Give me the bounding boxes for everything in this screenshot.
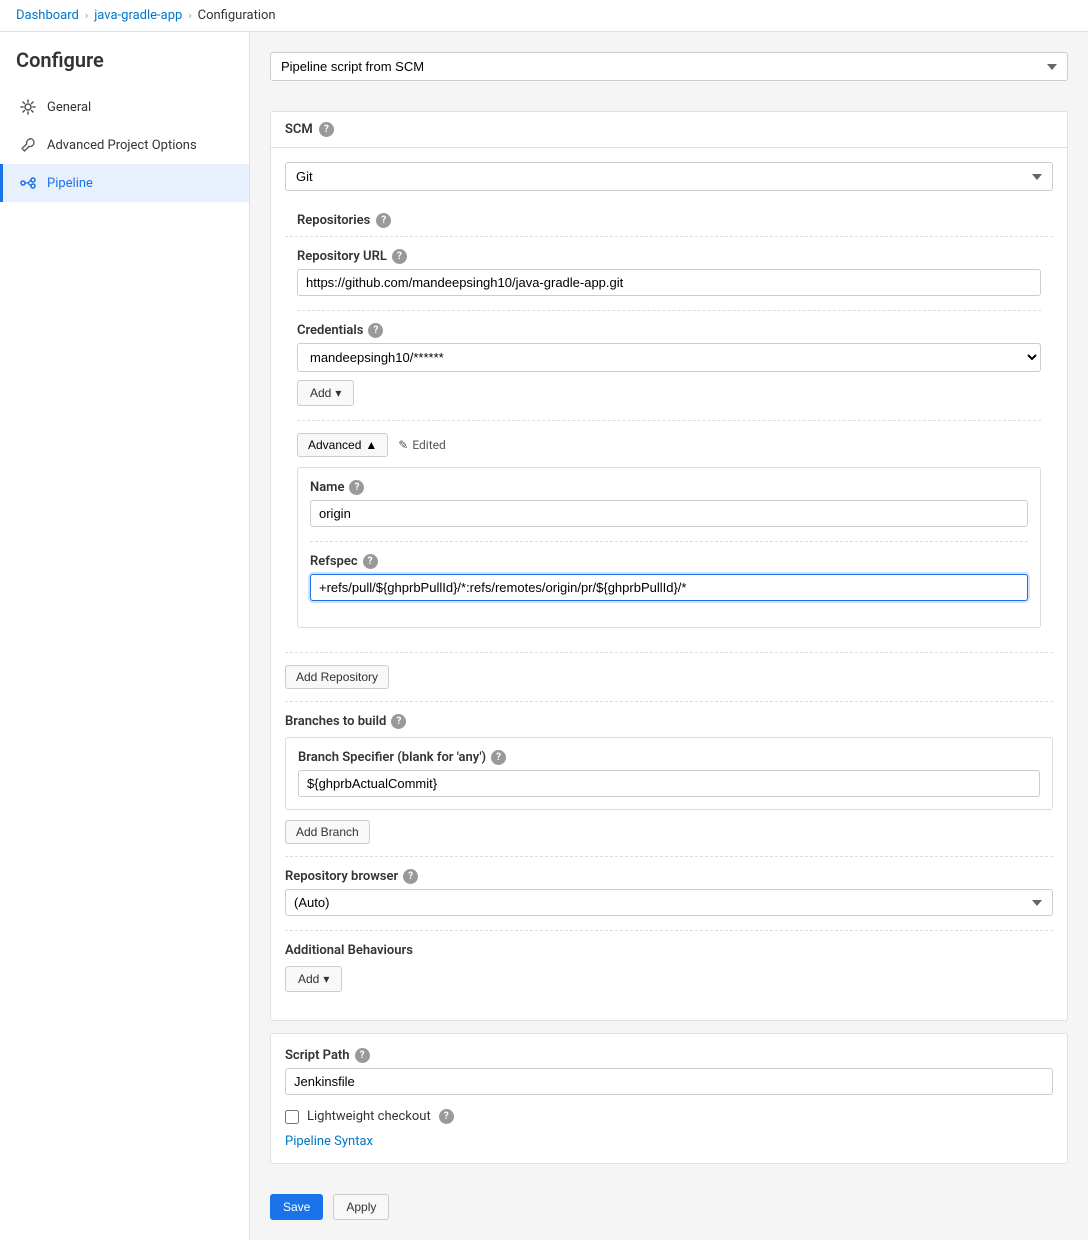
breadcrumb-project[interactable]: java-gradle-app <box>94 8 182 23</box>
add-repository-button[interactable]: Add Repository <box>285 665 389 689</box>
main-content: Pipeline script from SCM SCM ? Git Repos… <box>250 32 1088 1240</box>
branches-label: Branches to build ? <box>285 714 1053 729</box>
branch-specifier-input[interactable] <box>298 770 1040 797</box>
breadcrumb-sep-2: › <box>188 9 191 22</box>
repositories-body: Repository URL ? Credentials ? <box>285 237 1053 640</box>
divider-2 <box>297 420 1041 421</box>
lightweight-checkout-checkbox[interactable] <box>285 1110 299 1124</box>
divider-5 <box>285 701 1053 702</box>
repositories-help-icon[interactable]: ? <box>376 213 391 228</box>
add-branch-button[interactable]: Add Branch <box>285 820 370 844</box>
repositories-section: Repositories ? Repository URL ? <box>285 205 1053 640</box>
lightweight-checkout-row: Lightweight checkout ? <box>285 1109 1053 1124</box>
branches-section: Branches to build ? Branch Specifier (bl… <box>285 714 1053 844</box>
advanced-chevron-icon: ▲ <box>365 438 377 452</box>
lightweight-checkout-label: Lightweight checkout <box>307 1109 431 1124</box>
refspec-help-icon[interactable]: ? <box>363 554 378 569</box>
scm-label: SCM <box>285 122 313 137</box>
script-path-section: Script Path ? Lightweight checkout ? Pip… <box>270 1033 1068 1164</box>
credentials-help-icon[interactable]: ? <box>368 323 383 338</box>
repositories-header: Repositories ? <box>285 205 1053 237</box>
repo-browser-help-icon[interactable]: ? <box>403 869 418 884</box>
sidebar-item-pipeline-label: Pipeline <box>47 176 93 191</box>
name-help-icon[interactable]: ? <box>349 480 364 495</box>
advanced-fields: Name ? Refspec ? <box>297 467 1041 628</box>
definition-group: Pipeline script from SCM <box>270 52 1068 97</box>
additional-behaviours-add-button[interactable]: Add ▾ <box>285 966 342 992</box>
branch-specifier-help-icon[interactable]: ? <box>491 750 506 765</box>
refspec-group: Refspec ? <box>310 554 1028 601</box>
repositories-label: Repositories <box>297 213 370 228</box>
repo-browser-select[interactable]: (Auto) <box>285 889 1053 916</box>
footer-actions: Save Apply <box>270 1184 1068 1220</box>
divider-7 <box>285 930 1053 931</box>
add-beh-dropdown-arrow: ▾ <box>323 972 329 986</box>
branch-specifier-label: Branch Specifier (blank for 'any') ? <box>298 750 1040 765</box>
lightweight-checkout-help-icon[interactable]: ? <box>439 1109 454 1124</box>
sidebar-item-general[interactable]: General <box>0 88 249 126</box>
repo-url-label: Repository URL ? <box>297 249 1041 264</box>
name-label: Name ? <box>310 480 1028 495</box>
sidebar-item-pipeline[interactable]: Pipeline <box>0 164 249 202</box>
branches-help-icon[interactable]: ? <box>391 714 406 729</box>
repo-browser-group: Repository browser ? (Auto) <box>285 869 1053 916</box>
breadcrumb-sep-1: › <box>85 9 88 22</box>
scm-help-icon[interactable]: ? <box>319 122 334 137</box>
breadcrumb-dashboard[interactable]: Dashboard <box>16 8 79 23</box>
sidebar: Configure General Advanced Project Optio… <box>0 32 250 1240</box>
name-input[interactable] <box>310 500 1028 527</box>
credentials-label: Credentials ? <box>297 323 1041 338</box>
credentials-row: mandeepsingh10/****** <box>297 343 1041 372</box>
repo-url-group: Repository URL ? <box>297 249 1041 296</box>
repo-url-help-icon[interactable]: ? <box>392 249 407 264</box>
advanced-bar: Advanced ▲ ✎ Edited <box>297 433 1041 457</box>
definition-select[interactable]: Pipeline script from SCM <box>270 52 1068 81</box>
divider-3 <box>310 541 1028 542</box>
credentials-group: Credentials ? mandeepsingh10/****** Add <box>297 323 1041 406</box>
refspec-label: Refspec ? <box>310 554 1028 569</box>
script-path-label: Script Path ? <box>285 1048 1053 1063</box>
scm-header: SCM ? <box>271 112 1067 148</box>
scm-panel: Git Repositories ? Repository URL ? <box>271 148 1067 1020</box>
divider-1 <box>297 310 1041 311</box>
sidebar-item-advanced-project-options[interactable]: Advanced Project Options <box>0 126 249 164</box>
script-path-panel: Script Path ? Lightweight checkout ? Pip… <box>271 1034 1067 1163</box>
edited-badge: ✎ Edited <box>398 438 446 452</box>
breadcrumb-current: Configuration <box>198 8 276 23</box>
gear-icon <box>19 98 37 116</box>
sidebar-title: Configure <box>0 48 249 88</box>
name-group: Name ? <box>310 480 1028 527</box>
sidebar-item-general-label: General <box>47 100 91 115</box>
pipeline-icon <box>19 174 37 192</box>
repo-url-input[interactable] <box>297 269 1041 296</box>
breadcrumb: Dashboard › java-gradle-app › Configurat… <box>0 0 1088 32</box>
apply-button[interactable]: Apply <box>333 1194 389 1220</box>
advanced-label: Advanced <box>308 438 361 452</box>
sidebar-item-advanced-label: Advanced Project Options <box>47 138 197 153</box>
pencil-icon: ✎ <box>398 438 408 452</box>
script-path-help-icon[interactable]: ? <box>355 1048 370 1063</box>
script-path-input[interactable] <box>285 1068 1053 1095</box>
scm-select[interactable]: Git <box>285 162 1053 191</box>
pipeline-syntax-link[interactable]: Pipeline Syntax <box>285 1134 373 1149</box>
save-button[interactable]: Save <box>270 1194 323 1220</box>
divider-6 <box>285 856 1053 857</box>
scm-section: SCM ? Git Repositories ? <box>270 111 1068 1021</box>
add-dropdown-arrow: ▾ <box>335 386 341 400</box>
wrench-icon <box>19 136 37 154</box>
add-credentials-button[interactable]: Add ▾ <box>297 380 354 406</box>
branch-specifier-section: Branch Specifier (blank for 'any') ? <box>285 737 1053 810</box>
additional-behaviours-group: Additional Behaviours Add ▾ <box>285 943 1053 992</box>
refspec-input[interactable] <box>310 574 1028 601</box>
advanced-button[interactable]: Advanced ▲ <box>297 433 388 457</box>
script-path-group: Script Path ? <box>285 1048 1053 1095</box>
credentials-select[interactable]: mandeepsingh10/****** <box>297 343 1041 372</box>
repo-browser-label: Repository browser ? <box>285 869 1053 884</box>
additional-behaviours-label: Additional Behaviours <box>285 943 1053 958</box>
divider-4 <box>285 652 1053 653</box>
